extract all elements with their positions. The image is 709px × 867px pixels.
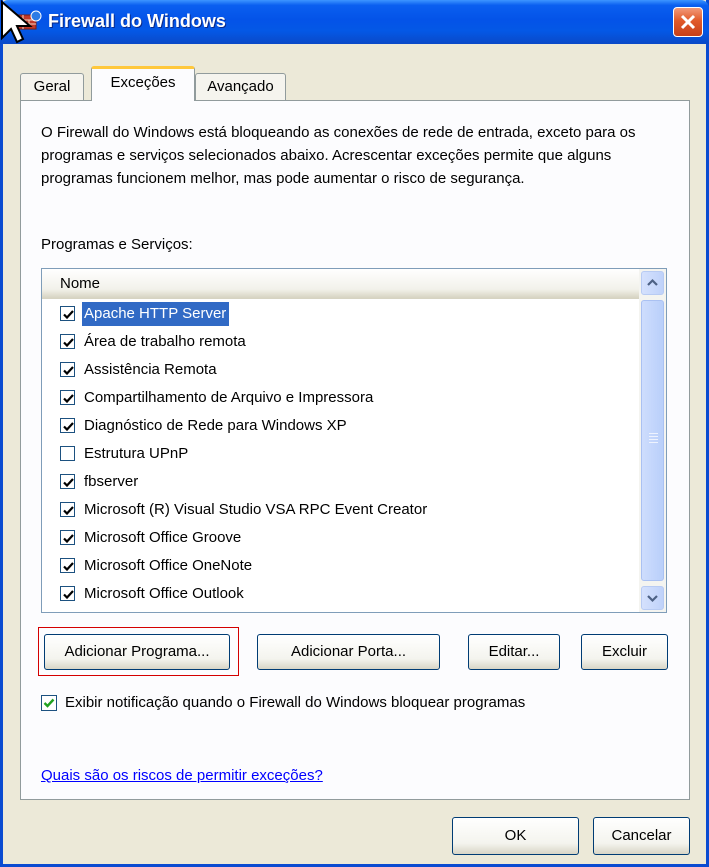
firewall-dialog: Firewall do Windows Geral Exceções Avanç… <box>0 0 709 867</box>
item-checkbox[interactable] <box>60 586 75 601</box>
checkmark-icon <box>63 338 74 348</box>
item-checkbox[interactable] <box>60 530 75 545</box>
programs-services-label: Programas e Serviços: <box>41 236 193 253</box>
checkmark-icon <box>63 394 74 404</box>
item-checkbox[interactable] <box>60 558 75 573</box>
list-item-label: Área de trabalho remota <box>84 333 246 350</box>
list-item-label: Microsoft Office Outlook <box>84 585 244 602</box>
checkmark-icon <box>63 590 74 600</box>
checkmark-icon <box>63 366 74 376</box>
edit-button[interactable]: Editar... <box>468 634 560 670</box>
list-item-label: Assistência Remota <box>84 361 217 378</box>
thumb-grip-line <box>649 439 658 440</box>
notification-label: Exibir notificação quando o Firewall do … <box>65 694 526 711</box>
tab-geral[interactable]: Geral <box>20 73 84 101</box>
description-text: O Firewall do Windows está bloqueando as… <box>41 124 636 187</box>
title-bar[interactable]: Firewall do Windows <box>0 0 709 44</box>
list-item-label: Microsoft Office Groove <box>84 529 242 546</box>
delete-button[interactable]: Excluir <box>581 634 668 670</box>
tab-excecoes[interactable]: Exceções <box>91 66 195 101</box>
list-item-label: Compartilhamento de Arquivo e Impressora <box>84 389 374 406</box>
item-checkbox[interactable] <box>60 474 75 489</box>
item-checkbox[interactable] <box>60 362 75 377</box>
add-program-button[interactable]: Adicionar Programa... <box>44 634 230 670</box>
checkmark-icon <box>63 562 74 572</box>
item-checkbox[interactable] <box>60 502 75 517</box>
list-item[interactable]: fbserver <box>42 468 639 496</box>
thumb-grip-line <box>649 436 658 437</box>
list-item-label: Microsoft (R) Visual Studio VSA RPC Even… <box>84 501 428 518</box>
list-item-label: Apache HTTP Server <box>82 302 230 326</box>
scroll-down-button[interactable] <box>641 586 664 610</box>
item-checkbox[interactable] <box>60 446 75 461</box>
list-item[interactable]: Microsoft (R) Visual Studio VSA RPC Even… <box>42 496 639 524</box>
thumb-grip-line <box>649 433 658 434</box>
checkmark-icon <box>63 506 74 516</box>
checkmark-icon <box>63 478 74 488</box>
exceptions-risk-link[interactable]: Quais são os riscos de permitir exceções… <box>41 765 323 787</box>
list-item-label: Diagnóstico de Rede para Windows XP <box>84 417 347 434</box>
item-checkbox[interactable] <box>60 418 75 433</box>
list-item[interactable]: Compartilhamento de Arquivo e Impressora <box>42 384 639 412</box>
close-icon <box>680 14 696 30</box>
add-port-button[interactable]: Adicionar Porta... <box>257 634 440 670</box>
checkmark-icon <box>63 534 74 544</box>
programs-list[interactable]: Nome Apache HTTP Server Área de trabalho … <box>41 268 667 613</box>
list-item-label: Microsoft Office OneNote <box>84 557 253 574</box>
window-title: Firewall do Windows <box>48 11 226 31</box>
list-item[interactable]: Estrutura UPnP <box>42 440 639 468</box>
column-header-name[interactable]: Nome <box>42 269 639 299</box>
vertical-scrollbar[interactable] <box>639 269 666 612</box>
list-item[interactable]: Microsoft Office Outlook <box>42 580 639 608</box>
list-item[interactable]: Microsoft Office Groove <box>42 524 639 552</box>
checkmark-icon <box>63 422 74 432</box>
chevron-up-icon <box>647 278 658 286</box>
checkmark-icon <box>43 698 55 708</box>
list-item[interactable]: Assistência Remota <box>42 356 639 384</box>
list-item-label: Estrutura UPnP <box>84 445 189 462</box>
item-checkbox[interactable] <box>60 334 75 349</box>
tab-avancado[interactable]: Avançado <box>195 73 286 101</box>
list-item[interactable]: Diagnóstico de Rede para Windows XP <box>42 412 639 440</box>
item-checkbox[interactable] <box>60 390 75 405</box>
mouse-pointer-icon <box>1 0 33 44</box>
chevron-down-icon <box>647 595 658 603</box>
list-item[interactable]: Apache HTTP Server <box>42 300 639 328</box>
item-checkbox[interactable] <box>60 306 75 321</box>
list-item-label: fbserver <box>84 473 139 490</box>
checkmark-icon <box>63 310 74 320</box>
close-button[interactable] <box>673 7 703 37</box>
list-item[interactable]: Microsoft Office OneNote <box>42 552 639 580</box>
list-item[interactable]: Área de trabalho remota <box>42 328 639 356</box>
list-rows: Apache HTTP Server Área de trabalho remot… <box>42 300 639 608</box>
cancel-button[interactable]: Cancelar <box>593 817 690 855</box>
scroll-up-button[interactable] <box>641 271 664 295</box>
ok-button[interactable]: OK <box>452 817 579 855</box>
scroll-thumb[interactable] <box>641 300 664 581</box>
notification-checkbox[interactable] <box>41 695 57 711</box>
thumb-grip-line <box>649 442 658 443</box>
